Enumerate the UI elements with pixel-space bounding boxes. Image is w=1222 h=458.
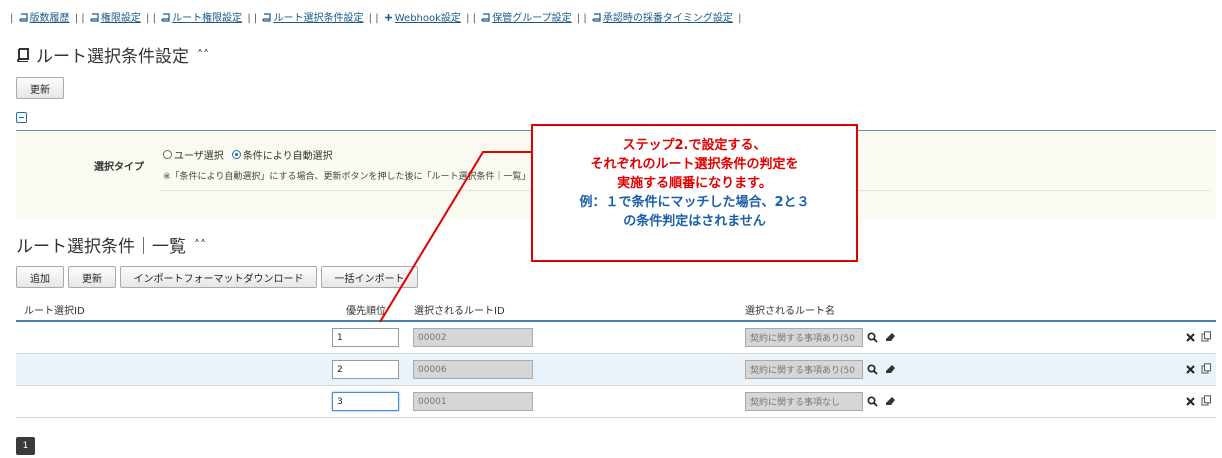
eraser-icon[interactable] (885, 332, 896, 343)
copy-icon[interactable] (1201, 395, 1212, 406)
radio-auto-label: 条件により自動選択 (242, 151, 333, 162)
page-title: ルート選択条件設定 ˄˄ (16, 42, 209, 67)
collapse-chevron-icon[interactable]: ˄˄ (194, 238, 206, 252)
radio-user-select[interactable] (163, 150, 172, 159)
eraser-icon[interactable] (885, 396, 896, 407)
priority-input[interactable]: 2 (332, 360, 399, 379)
callout-line-4: 例：１で条件にマッチした場合、2と３ (579, 195, 810, 210)
table-row (16, 386, 1216, 418)
nav-storage-group[interactable]: 保管グループ設定 (492, 13, 571, 24)
column-selected-route-id: 選択されるルートID (414, 306, 505, 317)
nav-permission-settings[interactable]: 権限設定 (101, 13, 141, 24)
top-nav: | 版数履歴 | | 権限設定 | | ルート権限設定 | | ルート選択条件設… (10, 13, 742, 24)
radio-auto-select[interactable] (231, 150, 241, 159)
priority-input[interactable]: 3 (332, 392, 399, 411)
copy-icon[interactable] (1201, 331, 1212, 342)
book-icon (592, 13, 601, 22)
route-id-field: 00006 (413, 360, 533, 379)
book-icon (90, 13, 99, 22)
callout-line-2: それぞれのルート選択条件の判定を (590, 157, 799, 172)
nav-webhook[interactable]: Webhook設定 (395, 13, 461, 24)
delete-icon[interactable] (1185, 364, 1196, 375)
book-icon (262, 13, 272, 22)
book-icon (161, 13, 170, 22)
pagination-page-1[interactable]: 1 (16, 437, 35, 455)
update-button[interactable]: 更新 (16, 77, 64, 99)
route-name-field: 契約に関する事項あり(50 (745, 328, 863, 347)
nav-numbering-timing[interactable]: 承認時の採番タイミング設定 (603, 13, 733, 24)
book-icon (17, 47, 29, 62)
search-icon[interactable] (867, 332, 878, 343)
select-type-radios: ユーザ選択 条件により自動選択 (163, 147, 333, 162)
copy-icon[interactable] (1201, 363, 1212, 374)
import-format-download-button[interactable]: インポートフォーマットダウンロード (120, 266, 317, 288)
annotation-callout: ステップ2.で設定する、 それぞれのルート選択条件の判定を 実施する順番になりま… (531, 124, 858, 262)
add-button[interactable]: 追加 (16, 266, 64, 288)
route-id-field: 00001 (413, 392, 533, 411)
list-title: ルート選択条件｜一覧 ˄˄ (16, 232, 206, 257)
route-id-field: 00002 (413, 328, 533, 347)
callout-line-5: の条件判定はされません (623, 214, 766, 229)
route-name-field: 契約に関する事項あり(50 (745, 360, 863, 379)
select-type-label: 選択タイプ (94, 162, 144, 173)
bulk-import-button[interactable]: 一括インポート (321, 266, 418, 288)
collapse-chevron-icon[interactable]: ˄˄ (197, 48, 209, 62)
search-icon[interactable] (867, 364, 878, 375)
book-icon (481, 13, 490, 22)
nav-version-history[interactable]: 版数履歴 (30, 13, 70, 24)
collapse-minus-icon[interactable] (16, 112, 27, 123)
book-icon (18, 13, 28, 22)
callout-line-1: ステップ2.で設定する、 (622, 138, 767, 153)
column-selected-route-name: 選択されるルート名 (745, 306, 835, 317)
eraser-icon[interactable] (885, 364, 896, 375)
plus-icon (384, 13, 393, 22)
list-update-button[interactable]: 更新 (68, 266, 116, 288)
route-name-field: 契約に関する事項なし (745, 392, 863, 411)
nav-route-selection[interactable]: ルート選択条件設定 (273, 13, 363, 24)
delete-icon[interactable] (1185, 332, 1196, 343)
list-title-text: ルート選択条件｜一覧 (16, 237, 186, 257)
column-priority: 優先順位 (346, 306, 386, 317)
radio-user-label: ユーザ選択 (174, 151, 224, 162)
column-route-id: ルート選択ID (24, 306, 85, 317)
priority-input[interactable]: 1 (332, 328, 399, 347)
callout-line-3: 実施する順番になります。 (617, 176, 772, 191)
page-title-text: ルート選択条件設定 (36, 47, 189, 67)
search-icon[interactable] (867, 396, 878, 407)
table-row (16, 354, 1216, 386)
select-type-note: ※「条件により自動選択」にする場合、更新ボタンを押した後に「ルート選択条件｜一覧… (163, 172, 531, 182)
table-row (16, 322, 1216, 354)
nav-route-permission[interactable]: ルート権限設定 (172, 13, 242, 24)
delete-icon[interactable] (1185, 396, 1196, 407)
